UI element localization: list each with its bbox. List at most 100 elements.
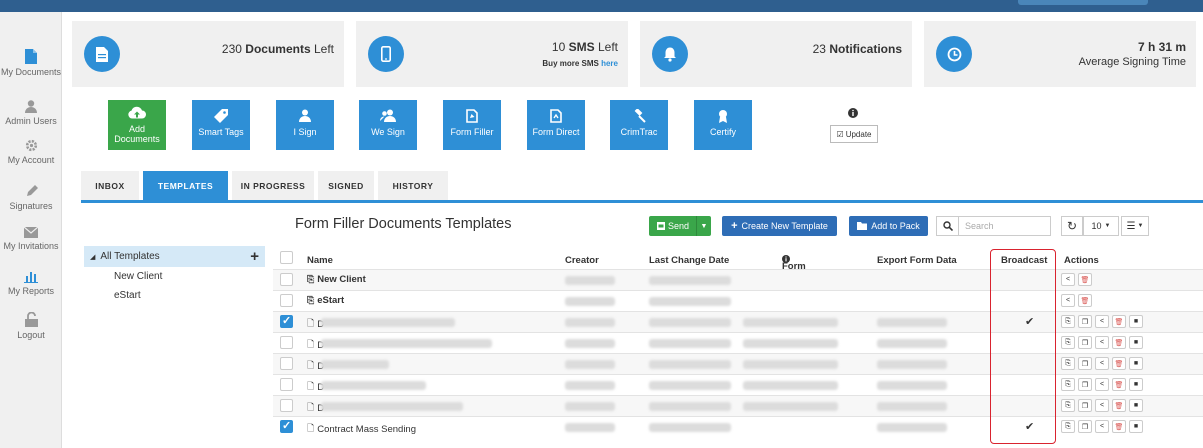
delete-button[interactable]: 🗑 [1112,315,1126,328]
top-bar-button[interactable] [1018,0,1148,5]
select-all-checkbox[interactable] [280,251,293,264]
send-button[interactable]: Send ▼ [649,216,711,236]
table-row[interactable]: 🗋D⎘❐<🗑■ [273,395,1203,416]
col-last-change-date[interactable]: Last Change Date [649,255,729,266]
table-row[interactable]: ⎘ eStart < 🗑 [273,290,1203,311]
we-sign-button[interactable]: We Sign [359,100,417,150]
table-row[interactable]: ⎘ New Client < 🗑 [273,269,1203,290]
edit-form-button[interactable]: ⎘ [1061,336,1075,349]
form-filler-button[interactable]: Form Filler [443,100,501,150]
sidebar-item-signatures[interactable]: Signatures [0,185,62,211]
copy-button[interactable]: ❐ [1078,399,1092,412]
row-checkbox[interactable] [280,399,293,412]
page-size-select[interactable]: 10 ▼ [1083,216,1119,236]
row-name[interactable]: ⎘ New Client [307,274,366,285]
delete-button[interactable]: 🗑 [1112,378,1126,391]
tab-in-progress[interactable]: IN PROGRESS [232,171,314,200]
sidebar-item-admin-users[interactable]: Admin Users [0,100,62,126]
search-box[interactable]: Search [936,216,1051,236]
row-name[interactable]: ⎘ eStart [307,295,344,306]
sidebar-item-my-documents[interactable]: My Documents [0,49,62,77]
tree-root-all-templates[interactable]: ◢ All Templates + [84,246,265,267]
share-button[interactable]: < [1095,378,1109,391]
add-to-pack-button[interactable]: Add to Pack [849,216,928,236]
search-input[interactable]: Search [959,221,994,231]
delete-button[interactable]: 🗑 [1078,294,1092,307]
folder-button[interactable]: ■ [1129,357,1143,370]
share-button[interactable]: < [1095,420,1109,433]
col-creator[interactable]: Creator [565,255,599,266]
crimtrac-button[interactable]: CrimTrac [610,100,668,150]
sidebar-item-my-invitations[interactable]: My Invitations [0,227,62,251]
copy-button[interactable]: ❐ [1078,336,1092,349]
plus-icon: + [731,220,738,232]
row-checkbox[interactable] [280,273,293,286]
send-dropdown-toggle[interactable]: ▼ [696,216,711,236]
copy-button[interactable]: ❐ [1078,357,1092,370]
row-checkbox[interactable] [280,419,293,433]
copy-button[interactable]: ❐ [1078,420,1092,433]
row-checkbox[interactable] [280,314,293,328]
share-button[interactable]: < [1095,357,1109,370]
tab-inbox[interactable]: INBOX [81,171,139,200]
tab-history[interactable]: HISTORY [378,171,448,200]
add-documents-button[interactable]: Add Documents [108,100,166,150]
table-row[interactable]: 🗋D⎘❐<🗑■ [273,332,1203,353]
table-row[interactable]: 🗋Contract Mass Sending ✔ ⎘❐<🗑■ [273,416,1203,437]
tree-item-new-client[interactable]: New Client [84,267,265,286]
create-new-template-button[interactable]: + Create New Template [722,216,837,236]
refresh-button[interactable]: ↻ [1061,216,1083,236]
notifications-card[interactable]: 23 Notifications [640,21,912,87]
i-sign-button[interactable]: I Sign [276,100,334,150]
folder-button[interactable]: ■ [1129,378,1143,391]
col-form-url[interactable]: Form URL [782,255,806,283]
info-icon[interactable] [848,108,858,118]
columns-toggle[interactable]: ☰ ▼ [1121,216,1149,236]
table-row[interactable]: 🗋D⎘❐<🗑■ [273,353,1203,374]
copy-button[interactable]: ❐ [1078,378,1092,391]
row-checkbox[interactable] [280,336,293,349]
delete-button[interactable]: 🗑 [1112,399,1126,412]
delete-button[interactable]: 🗑 [1112,420,1126,433]
buy-sms-link[interactable]: here [601,59,618,68]
edit-form-button[interactable]: ⎘ [1061,378,1075,391]
tree-item-estart[interactable]: eStart [84,286,265,305]
col-export-form-data[interactable]: Export Form Data [877,255,957,266]
col-name[interactable]: Name [307,255,333,266]
row-checkbox[interactable] [280,378,293,391]
add-folder-icon[interactable]: + [250,248,259,265]
sidebar-item-logout[interactable]: Logout [0,312,62,340]
edit-form-button[interactable]: ⎘ [1061,399,1075,412]
share-button[interactable]: < [1061,273,1075,286]
share-button[interactable]: < [1095,399,1109,412]
smart-tags-button[interactable]: Smart Tags [192,100,250,150]
folder-button[interactable]: ■ [1129,315,1143,328]
edit-form-button[interactable]: ⎘ [1061,357,1075,370]
share-button[interactable]: < [1095,315,1109,328]
tab-signed[interactable]: SIGNED [318,171,374,200]
share-button[interactable]: < [1095,336,1109,349]
row-checkbox[interactable] [280,357,293,370]
folder-button[interactable]: ■ [1129,420,1143,433]
folder-button[interactable]: ■ [1129,399,1143,412]
col-broadcast[interactable]: Broadcast [1001,255,1047,266]
row-name[interactable]: 🗋 Contract Mass Sending [307,421,416,437]
edit-form-button[interactable]: ⎘ [1061,315,1075,328]
tab-templates[interactable]: TEMPLATES [143,171,228,200]
table-row[interactable]: 🗋D⎘❐<🗑■ [273,374,1203,395]
copy-button[interactable]: ❐ [1078,315,1092,328]
sidebar-item-my-account[interactable]: My Account [0,139,62,165]
share-button[interactable]: < [1061,294,1075,307]
delete-button[interactable]: 🗑 [1078,273,1092,286]
sidebar-item-my-reports[interactable]: My Reports [0,271,62,296]
delete-button[interactable]: 🗑 [1112,357,1126,370]
row-checkbox[interactable] [280,294,293,307]
form-direct-button[interactable]: Form Direct [527,100,585,150]
folder-button[interactable]: ■ [1129,336,1143,349]
delete-button[interactable]: 🗑 [1112,336,1126,349]
certify-button[interactable]: Certify [694,100,752,150]
table-row[interactable]: 🗋D✔⎘❐<🗑■ [273,311,1203,332]
user-icon [25,100,37,113]
edit-form-button[interactable]: ⎘ [1061,420,1075,433]
update-button[interactable]: ☑ Update [830,125,878,143]
